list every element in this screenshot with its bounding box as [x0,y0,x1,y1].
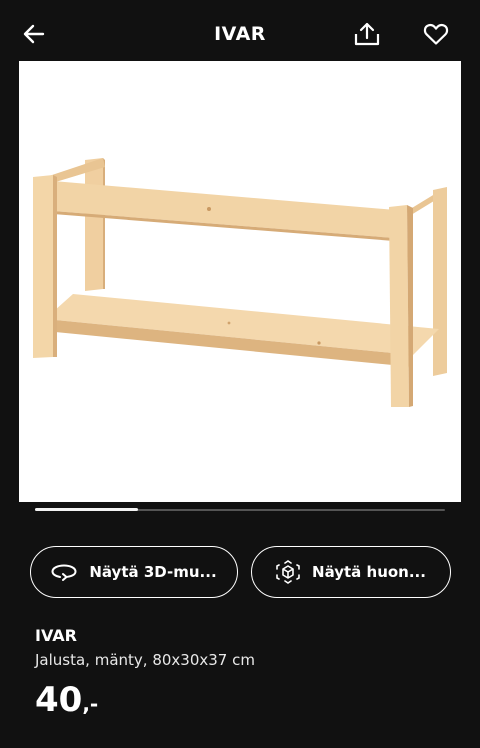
favorite-button[interactable] [416,14,456,54]
product-photo [33,158,447,407]
price-suffix: ,- [82,692,99,716]
product-price: 40,- [35,680,98,724]
view-in-room-label: Näytä huon... [312,563,426,581]
view-3d-label: Näytä 3D-mu... [89,563,217,581]
carousel-progress-fill [35,508,138,511]
rotate-3d-icon [51,564,77,581]
view-in-room-button[interactable]: Näytä huon... [251,546,451,598]
price-value: 40 [35,680,83,720]
arrow-left-icon [23,24,45,44]
image-carousel-progress [35,508,445,511]
view-3d-button[interactable]: Näytä 3D-mu... [30,546,238,598]
product-name: IVAR [35,626,77,645]
back-button[interactable] [14,14,54,54]
top-bar: IVAR [0,0,480,60]
ar-cube-icon [276,560,300,584]
heart-outline-icon [423,23,449,45]
share-upload-icon [354,22,380,46]
product-image[interactable] [19,61,461,502]
page-title: IVAR [214,23,266,45]
product-description: Jalusta, mänty, 80x30x37 cm [35,651,255,669]
share-button[interactable] [347,14,387,54]
